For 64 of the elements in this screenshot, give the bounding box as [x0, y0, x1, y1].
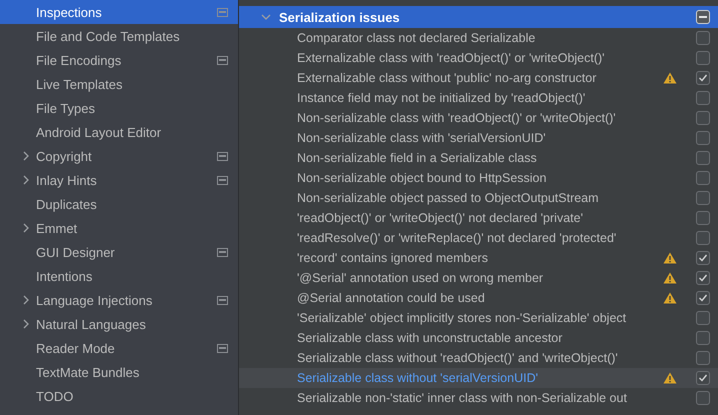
checkbox[interactable]: [696, 91, 710, 105]
sidebar-item[interactable]: Intentions: [0, 264, 238, 288]
checkbox[interactable]: [696, 391, 710, 405]
inspection-row[interactable]: 'readObject()' or 'writeObject()' not declared 'private': [239, 208, 718, 228]
checkbox[interactable]: [696, 331, 710, 345]
checkbox[interactable]: [696, 351, 710, 365]
checkbox[interactable]: [696, 151, 710, 165]
sidebar-item[interactable]: Copyright: [0, 144, 238, 168]
inspection-row[interactable]: Serializable non-'static' inner class with non-Serializable out: [239, 388, 718, 408]
inspection-row[interactable]: 'record' contains ignored members: [239, 248, 718, 268]
checkbox[interactable]: [696, 291, 710, 305]
inspection-row[interactable]: Serializable class without 'readObject()' and 'writeObject()': [239, 348, 718, 368]
sidebar-item[interactable]: Duplicates: [0, 192, 238, 216]
checkbox[interactable]: [696, 111, 710, 125]
sidebar-item[interactable]: TextMate Bundles: [0, 360, 238, 384]
checkbox[interactable]: [696, 71, 710, 85]
checkbox[interactable]: [696, 371, 710, 385]
checkbox[interactable]: [696, 231, 710, 245]
inspection-row[interactable]: '@Serial' annotation used on wrong member: [239, 268, 718, 288]
sidebar-item[interactable]: Language Injections: [0, 288, 238, 312]
inspection-row[interactable]: Comparator class not declared Serializable: [239, 28, 718, 48]
inspection-row[interactable]: Non-serializable object passed to ObjectOutputStream: [239, 188, 718, 208]
inspection-row[interactable]: @Serial annotation could be used: [239, 288, 718, 308]
sidebar-item[interactable]: Reader Mode: [0, 336, 238, 360]
sidebar-item[interactable]: File and Code Templates: [0, 24, 238, 48]
inspection-row[interactable]: Externalizable class with 'readObject()' or 'writeObject()': [239, 48, 718, 68]
sidebar-item[interactable]: Emmet: [0, 216, 238, 240]
inspection-row[interactable]: Externalizable class without 'public' no-arg constructor: [239, 68, 718, 88]
sidebar-item[interactable]: Android Layout Editor: [0, 120, 238, 144]
chevron-right-icon[interactable]: [22, 319, 29, 329]
checkbox[interactable]: [696, 191, 710, 205]
chevron-down-icon[interactable]: [261, 13, 271, 21]
checkmark-icon: [698, 73, 708, 83]
inspection-row[interactable]: Serializable class without 'serialVersionUID': [239, 368, 718, 388]
checkbox[interactable]: [696, 311, 710, 325]
chevron-right-icon[interactable]: [22, 151, 29, 161]
checkmark-icon: [698, 373, 708, 383]
sidebar-item[interactable]: Inlay Hints: [0, 168, 238, 192]
checkbox[interactable]: [696, 51, 710, 65]
chevron-right-icon[interactable]: [22, 223, 29, 233]
checkbox[interactable]: [696, 251, 710, 265]
sidebar-item[interactable]: Live Templates: [0, 72, 238, 96]
checkbox[interactable]: [696, 271, 710, 285]
sidebar-item[interactable]: File Types: [0, 96, 238, 120]
sidebar-item[interactable]: GUI Designer: [0, 240, 238, 264]
inspection-group-row[interactable]: Serialization issues: [239, 6, 718, 28]
inspection-row[interactable]: Non-serializable class with 'readObject()' or 'writeObject()': [239, 108, 718, 128]
inspection-row[interactable]: Non-serializable object bound to HttpSession: [239, 168, 718, 188]
sidebar-item[interactable]: TODO: [0, 384, 238, 408]
chevron-right-icon[interactable]: [22, 295, 29, 305]
sidebar-item[interactable]: File Encodings: [0, 48, 238, 72]
inspection-row[interactable]: Non-serializable field in a Serializable class: [239, 148, 718, 168]
chevron-right-icon[interactable]: [22, 175, 29, 185]
inspection-row[interactable]: Non-serializable class with 'serialVersionUID': [239, 128, 718, 148]
sidebar-item[interactable]: Natural Languages: [0, 312, 238, 336]
checkbox[interactable]: [696, 211, 710, 225]
inspection-row[interactable]: Serializable class with unconstructable ancestor: [239, 328, 718, 348]
sidebar-item[interactable]: Inspections: [0, 0, 238, 24]
inspection-row[interactable]: Instance field may not be initialized by 'readObject()': [239, 88, 718, 108]
checkbox[interactable]: [696, 131, 710, 145]
checkbox[interactable]: [696, 171, 710, 185]
inspection-row[interactable]: 'Serializable' object implicitly stores non-'Serializable' object: [239, 308, 718, 328]
inspection-row[interactable]: 'readResolve()' or 'writeReplace()' not declared 'protected': [239, 228, 718, 248]
checkbox[interactable]: [696, 31, 710, 45]
